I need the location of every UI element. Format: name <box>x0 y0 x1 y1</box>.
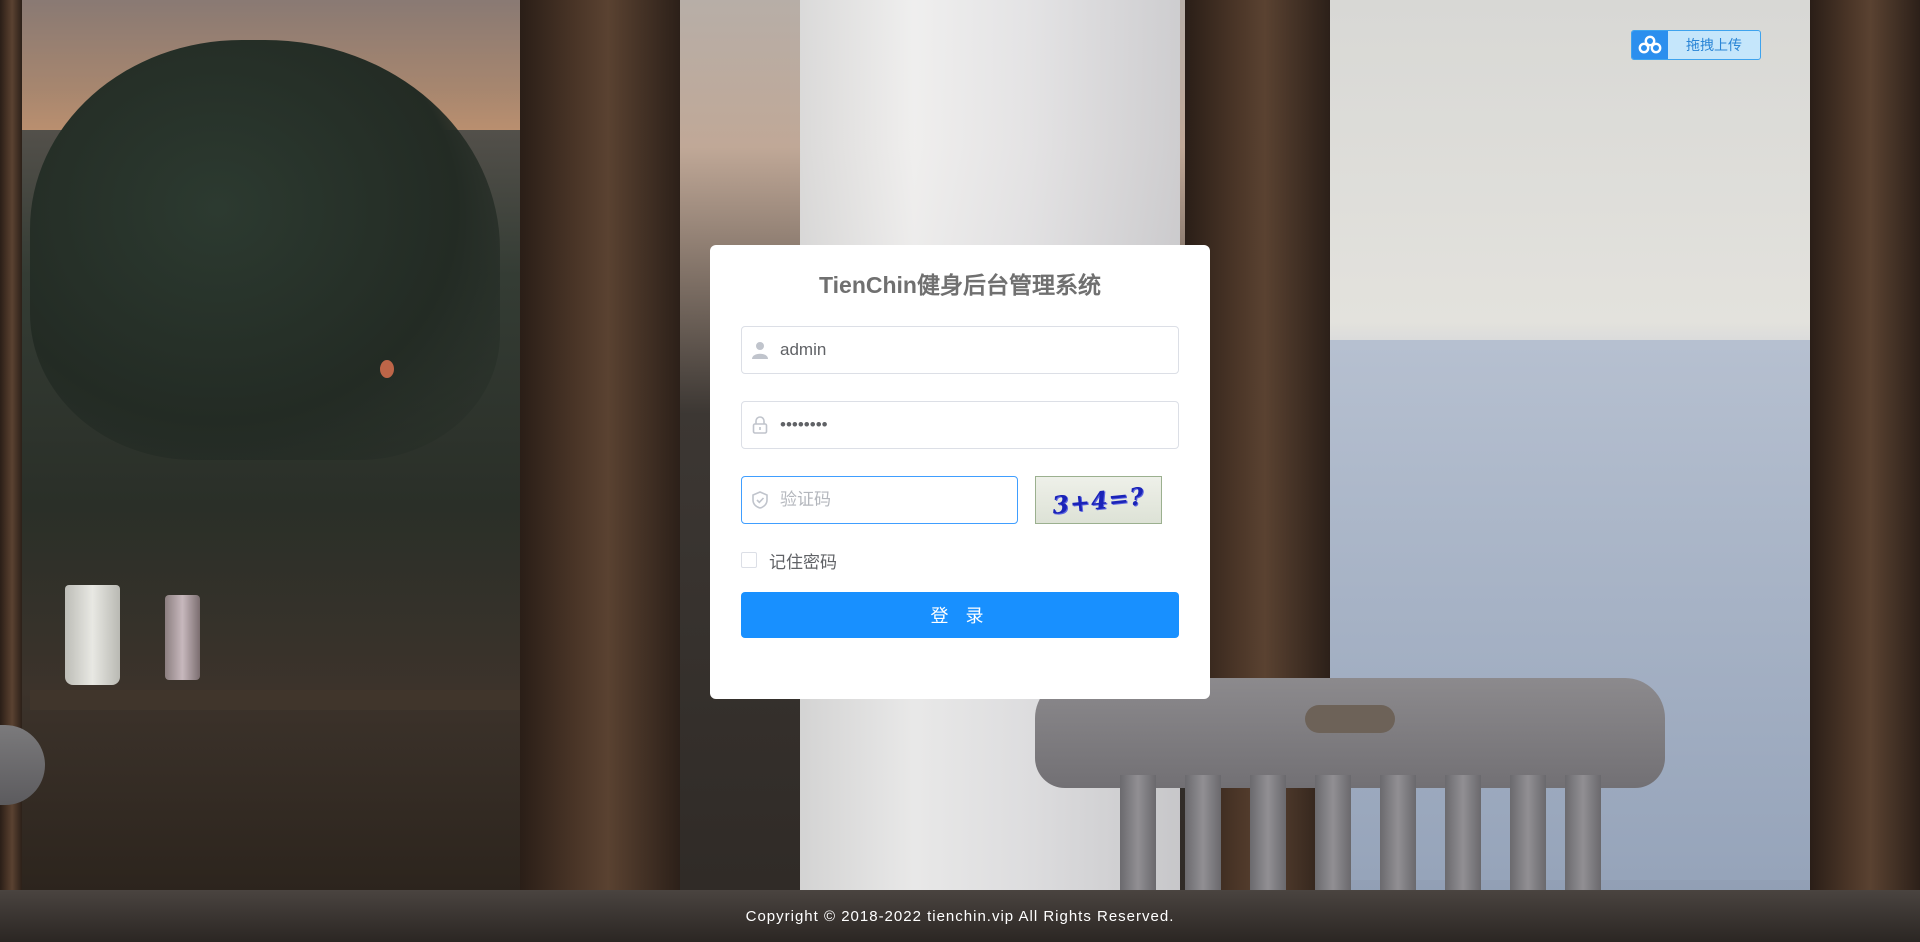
login-button[interactable]: 登 录 <box>741 592 1179 638</box>
username-field[interactable] <box>741 326 1179 374</box>
bottle <box>165 595 200 680</box>
login-title: TienChin健身后台管理系统 <box>819 272 1101 298</box>
login-form: TienChin健身后台管理系统 admin •••••••• 验证码 3+4=… <box>710 245 1210 699</box>
window-post <box>520 0 680 942</box>
drag-upload-button[interactable]: 拖拽上传 <box>1631 30 1761 60</box>
drag-upload-label: 拖拽上传 <box>1686 37 1742 53</box>
copyright-footer: Copyright © 2018-2022 tienchin.vip All R… <box>745 908 1175 925</box>
lock-icon <box>742 416 778 434</box>
remember-label: 记住密码 <box>769 552 837 572</box>
captcha-image-text: 3+4=? <box>1050 480 1147 520</box>
password-field[interactable] <box>741 401 1179 449</box>
window-post <box>1810 0 1920 942</box>
cloud-icon <box>1632 31 1668 59</box>
trees-reflection <box>30 40 500 460</box>
captcha-image[interactable]: 3+4=? <box>1035 476 1162 524</box>
table <box>30 690 530 710</box>
cup <box>65 585 120 685</box>
remember-password[interactable]: 记住密码 <box>741 548 1179 572</box>
user-icon <box>742 341 778 359</box>
captcha-field[interactable] <box>741 476 1018 524</box>
username-input[interactable] <box>778 327 1178 373</box>
shield-icon <box>742 491 778 509</box>
lamp-light <box>380 360 394 378</box>
captcha-input[interactable] <box>778 477 1017 523</box>
remember-checkbox[interactable] <box>741 552 757 568</box>
password-input[interactable] <box>778 402 1178 448</box>
chair-handle-hole <box>1305 705 1395 733</box>
